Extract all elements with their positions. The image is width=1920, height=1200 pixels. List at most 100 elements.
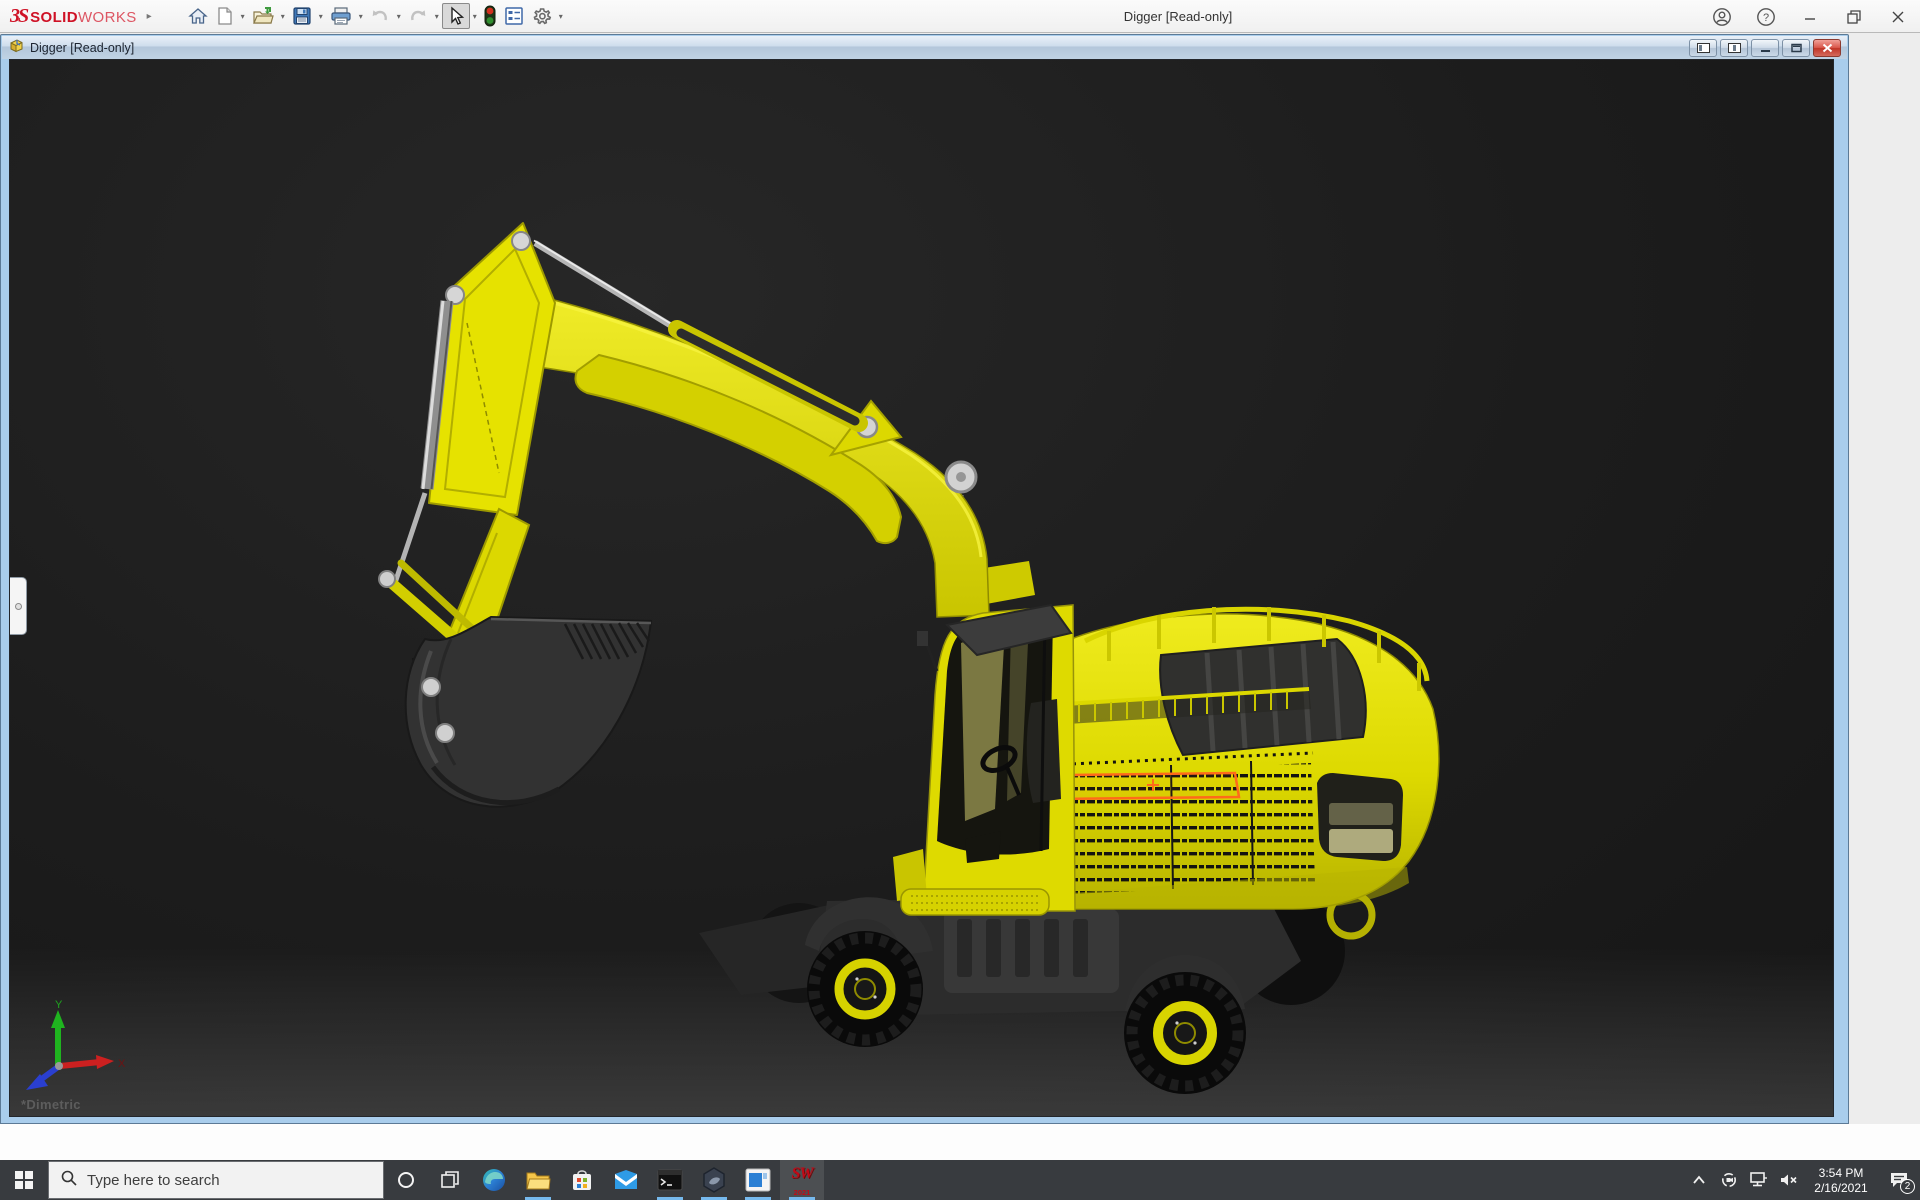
taskbar-item-app-window[interactable]	[736, 1160, 780, 1200]
graphics-viewport[interactable]: Y X *Dimetric	[9, 59, 1834, 1117]
doc-close-button[interactable]	[1813, 39, 1841, 57]
action-center-button[interactable]: 2	[1878, 1160, 1920, 1200]
rebuild-button[interactable]	[480, 3, 500, 29]
plate-pin-top	[512, 232, 530, 250]
app-title: Digger [Read-only]	[1124, 0, 1232, 33]
restore-icon	[1846, 9, 1862, 25]
network-icon	[1749, 1171, 1769, 1189]
taskbar-item-command-prompt[interactable]	[648, 1160, 692, 1200]
print-dropdown[interactable]: ▾	[356, 12, 366, 21]
solidworks-2021-icon: SW 2021	[787, 1165, 817, 1195]
volume-button[interactable]	[1774, 1160, 1804, 1200]
print-button[interactable]	[326, 3, 356, 29]
cab[interactable]	[893, 605, 1075, 915]
front-wheel[interactable]	[807, 931, 923, 1047]
taskbar-item-solidworks[interactable]: SW 2021	[780, 1160, 824, 1200]
pane-right-toggle-button[interactable]	[1720, 39, 1748, 57]
file-explorer-icon	[525, 1168, 551, 1192]
help-icon: ?	[1756, 7, 1776, 27]
edge-icon	[481, 1167, 507, 1193]
screen: 3S SOLIDWORKS ▸ ▾ ▾ ▾ ▾ ▾	[0, 0, 1920, 1200]
quick-toolbar: ▾ ▾ ▾ ▾ ▾ ▾ ▾	[184, 3, 566, 29]
save-button[interactable]	[288, 3, 316, 29]
redo-icon	[408, 7, 428, 25]
new-document-dropdown[interactable]: ▾	[238, 12, 248, 21]
undo-dropdown[interactable]: ▾	[394, 12, 404, 21]
open-dropdown[interactable]: ▾	[278, 12, 288, 21]
document-titlebar[interactable]: Digger [Read-only]	[2, 36, 1847, 59]
options-dropdown[interactable]: ▾	[556, 12, 566, 21]
gear-icon	[532, 6, 552, 26]
cortana-button[interactable]	[384, 1160, 428, 1200]
display-options-button[interactable]	[500, 3, 528, 29]
bucket-pin-1	[422, 678, 440, 696]
triad-x-label: X	[118, 1058, 126, 1070]
task-view-button[interactable]	[428, 1160, 472, 1200]
select-tool-button[interactable]	[442, 3, 470, 29]
select-cursor-icon	[447, 6, 465, 26]
app-titlebar: 3S SOLIDWORKS ▸ ▾ ▾ ▾ ▾ ▾	[0, 0, 1920, 33]
taskbar-search[interactable]: Type here to search	[48, 1161, 384, 1199]
taskbar-item-store[interactable]	[560, 1160, 604, 1200]
document-title: Digger [Read-only]	[30, 41, 134, 55]
featuremanager-flyout-tab[interactable]	[10, 577, 27, 635]
clock-date: 2/16/2021	[1804, 1181, 1878, 1196]
redo-button[interactable]	[404, 3, 432, 29]
hidden-icons-chevron[interactable]	[1684, 1160, 1714, 1200]
search-icon	[61, 1170, 77, 1191]
solidworks-logo: 3S SOLIDWORKS	[10, 5, 137, 28]
print-icon	[330, 6, 352, 26]
display-options-icon	[504, 6, 524, 26]
upper-body[interactable]	[1043, 607, 1439, 909]
boom-top-plate	[429, 223, 555, 515]
redo-dropdown[interactable]: ▾	[432, 12, 442, 21]
status-area-background	[0, 1124, 1920, 1160]
account-button[interactable]	[1700, 0, 1744, 33]
start-button[interactable]	[0, 1160, 48, 1200]
taskbar-item-mail[interactable]	[604, 1160, 648, 1200]
cortana-icon	[397, 1171, 415, 1189]
search-placeholder: Type here to search	[87, 1172, 220, 1189]
meet-now-button[interactable]	[1714, 1160, 1744, 1200]
edrawings-hexagon-icon	[701, 1167, 727, 1193]
app-window-icon	[745, 1168, 771, 1192]
solidworks-logo-glyph: 3S	[10, 5, 27, 28]
account-icon	[1712, 7, 1732, 27]
minimize-button[interactable]	[1788, 0, 1832, 33]
save-floppy-icon	[292, 6, 312, 26]
pane-left-toggle-button[interactable]	[1689, 39, 1717, 57]
close-icon	[1891, 10, 1905, 24]
select-tool-dropdown[interactable]: ▾	[470, 12, 480, 21]
open-button[interactable]	[248, 3, 278, 29]
taskbar-item-file-explorer[interactable]	[516, 1160, 560, 1200]
rear-wheel[interactable]	[1124, 972, 1246, 1094]
triad-y-label: Y	[55, 1000, 63, 1011]
home-icon	[188, 6, 208, 26]
options-button[interactable]	[528, 3, 556, 29]
part-document-icon	[8, 38, 24, 58]
restore-button[interactable]	[1832, 0, 1876, 33]
doc-minimize-button[interactable]	[1751, 39, 1779, 57]
clock-time: 3:54 PM	[1804, 1166, 1878, 1181]
help-button[interactable]: ?	[1744, 0, 1788, 33]
system-tray: 3:54 PM 2/16/2021 2	[1684, 1160, 1920, 1200]
store-icon	[570, 1167, 594, 1193]
close-button[interactable]	[1876, 0, 1920, 33]
client-area-background	[1850, 34, 1920, 1124]
task-view-icon	[441, 1171, 459, 1189]
minimize-icon	[1803, 10, 1817, 24]
taskbar-item-edrawings[interactable]	[692, 1160, 736, 1200]
home-button[interactable]	[184, 3, 212, 29]
doc-restore-button[interactable]	[1782, 39, 1810, 57]
taskbar-clock[interactable]: 3:54 PM 2/16/2021	[1804, 1165, 1878, 1196]
3d-model-digger[interactable]	[10, 60, 1834, 1117]
new-document-button[interactable]	[212, 3, 238, 29]
document-window: Digger [Read-only]	[0, 34, 1849, 1124]
view-orientation-label: *Dimetric	[21, 1097, 81, 1112]
network-button[interactable]	[1744, 1160, 1774, 1200]
save-dropdown[interactable]: ▾	[316, 12, 326, 21]
undo-button[interactable]	[366, 3, 394, 29]
chevron-up-icon	[1692, 1175, 1706, 1185]
taskbar-item-edge[interactable]	[472, 1160, 516, 1200]
menu-expander-arrow[interactable]: ▸	[147, 11, 152, 22]
